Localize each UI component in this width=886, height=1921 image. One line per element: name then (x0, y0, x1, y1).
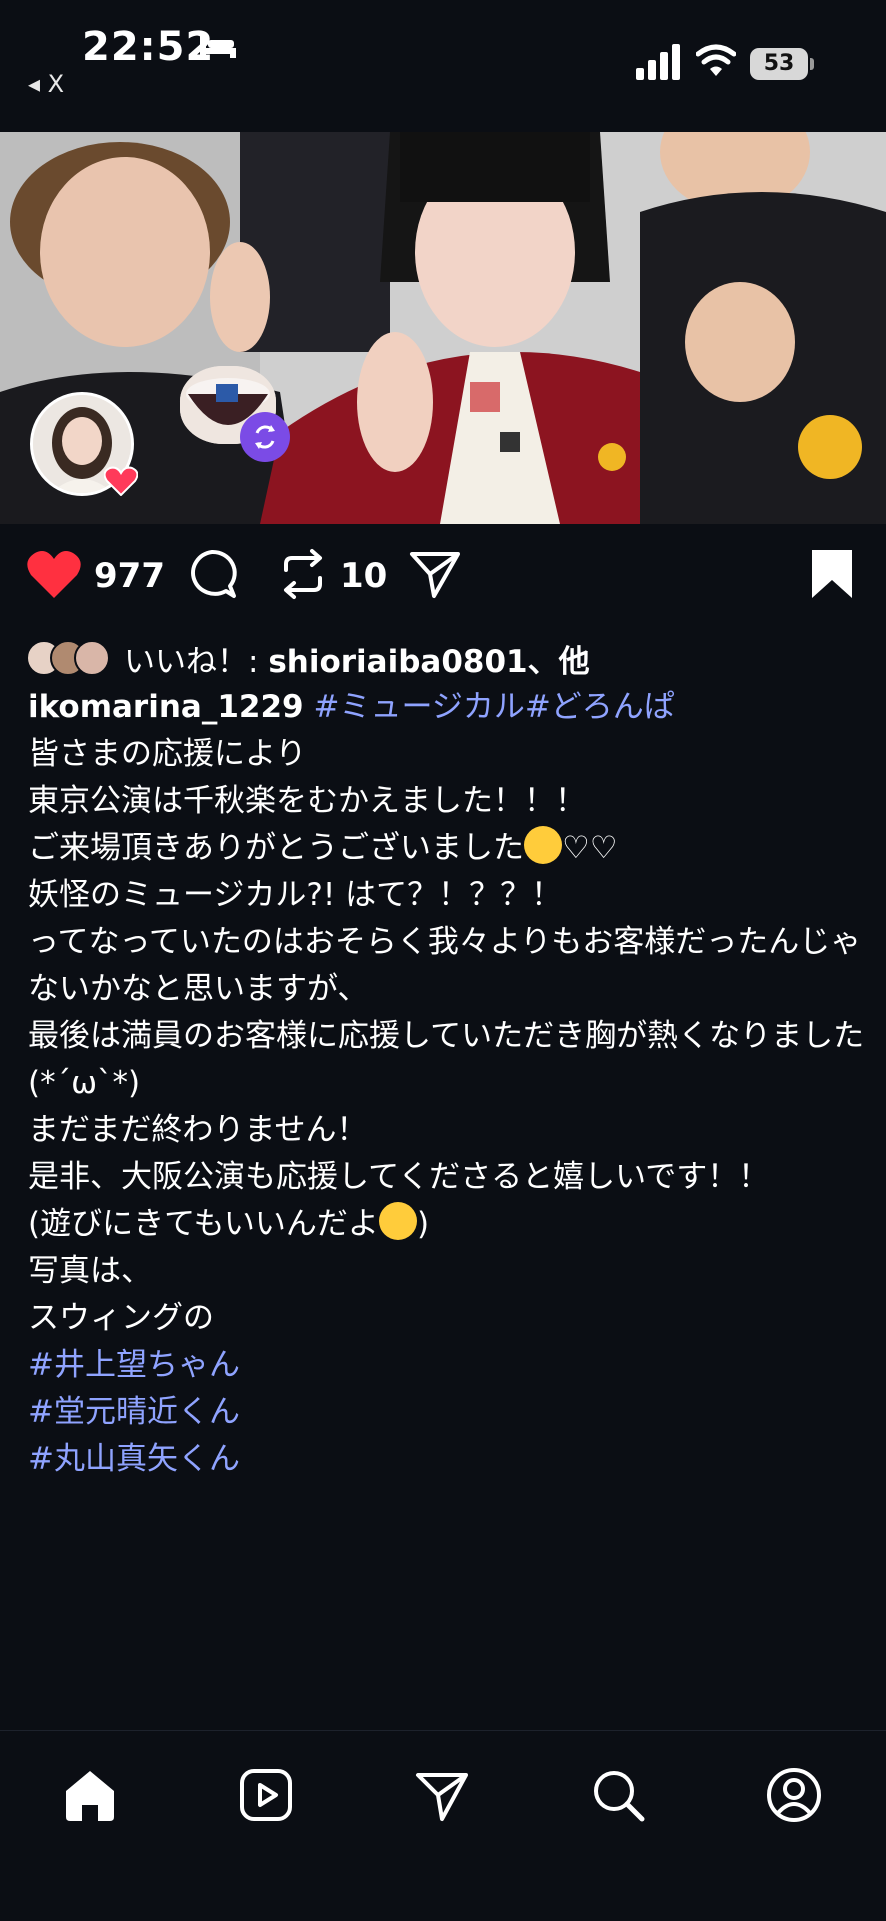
caption-line: (遊びにきてもいいんだよ) (28, 1201, 868, 1248)
close-paren: ) (416, 1206, 430, 1242)
hashtag-link[interactable]: #堂元晴近くん (28, 1389, 868, 1436)
caption-line: 是非、大阪公演も応援してくださると嬉しいです！！ (28, 1159, 770, 1195)
caption-line: 妖怪のミュージカル?! はて？！？？！ (28, 877, 563, 913)
hashtag-header[interactable]: #ミュージカル#どろんぱ (313, 689, 674, 725)
reels-icon[interactable] (236, 1765, 296, 1825)
repost-badge-icon (255, 425, 275, 449)
liked-heart-badge-icon (104, 466, 138, 496)
bottom-nav (0, 1730, 886, 1921)
profile-icon[interactable] (764, 1765, 824, 1825)
caption-line-text: (遊びにきてもいいんだよ (28, 1206, 379, 1242)
heart-icon[interactable] (26, 548, 82, 600)
search-icon[interactable] (588, 1765, 648, 1825)
liked-by-user[interactable]: shioriaiba0801 (268, 644, 527, 680)
post-caption: ikomarina_1229 #ミュージカル#どろんぱ 皆さまの応援により東京公演… (28, 684, 868, 1483)
caption-line: ってなっていたのはおそらく我々よりもお客様だったんじゃないかなと思いますが、 (28, 924, 862, 1007)
send-icon[interactable] (412, 1765, 472, 1825)
bookmark-icon[interactable] (810, 548, 854, 600)
wifi-icon (696, 44, 736, 76)
caption-line: ご来場頂きありがとうございました ♡♡ (28, 825, 868, 872)
crying-face-icon (524, 826, 562, 864)
caption-line: 写真は、 (28, 1253, 152, 1289)
caption-line-text: ご来場頂きありがとうございました (28, 830, 524, 866)
peeking-face-icon (378, 1202, 417, 1240)
cellular-signal-icon (636, 44, 680, 80)
hashtag-link[interactable]: #井上望ちゃん (28, 1342, 868, 1389)
caption-line: スウィングの (28, 1300, 214, 1336)
battery-indicator: 53 (750, 48, 808, 80)
liked-by-suffix[interactable]: 、他 (528, 644, 590, 680)
home-icon[interactable] (60, 1765, 120, 1825)
repost-icon[interactable] (278, 548, 328, 600)
caption-line: 皆さまの応援により (28, 736, 307, 772)
comment-icon[interactable] (186, 548, 238, 600)
sleep-focus-icon (200, 36, 236, 58)
like-count[interactable]: 977 (94, 556, 165, 596)
liked-by-text: いいね！: shioriaiba0801、他 (124, 636, 590, 681)
liked-by-prefix: いいね！: (124, 643, 269, 680)
caption-line: まだまだ終わりません！ (28, 1112, 368, 1148)
share-icon[interactable] (408, 548, 462, 600)
repost-badge (240, 412, 290, 462)
caption-line: 最後は満員のお客様に応援していただき胸が熱くなりました (*´ω`*) (28, 1018, 874, 1101)
hearts-text: ♡♡ (562, 830, 618, 866)
hashtag-link[interactable]: #丸山真矢くん (28, 1436, 868, 1483)
caption-line: 東京公演は千秋楽をむかえました！！！ (28, 783, 586, 819)
back-to-app-link[interactable]: ◂ X (28, 70, 64, 98)
post-action-bar: 977 10 (0, 540, 886, 616)
author-username[interactable]: ikomarina_1229 (28, 689, 304, 725)
status-bar: 22:52 ◂ X 53 (0, 0, 886, 132)
repost-count[interactable]: 10 (340, 556, 387, 596)
liked-by-row[interactable]: いいね！: shioriaiba0801、他 (26, 630, 590, 686)
liker-avatar (74, 640, 110, 676)
status-time: 22:52 (82, 24, 215, 70)
battery-tip (810, 58, 814, 70)
